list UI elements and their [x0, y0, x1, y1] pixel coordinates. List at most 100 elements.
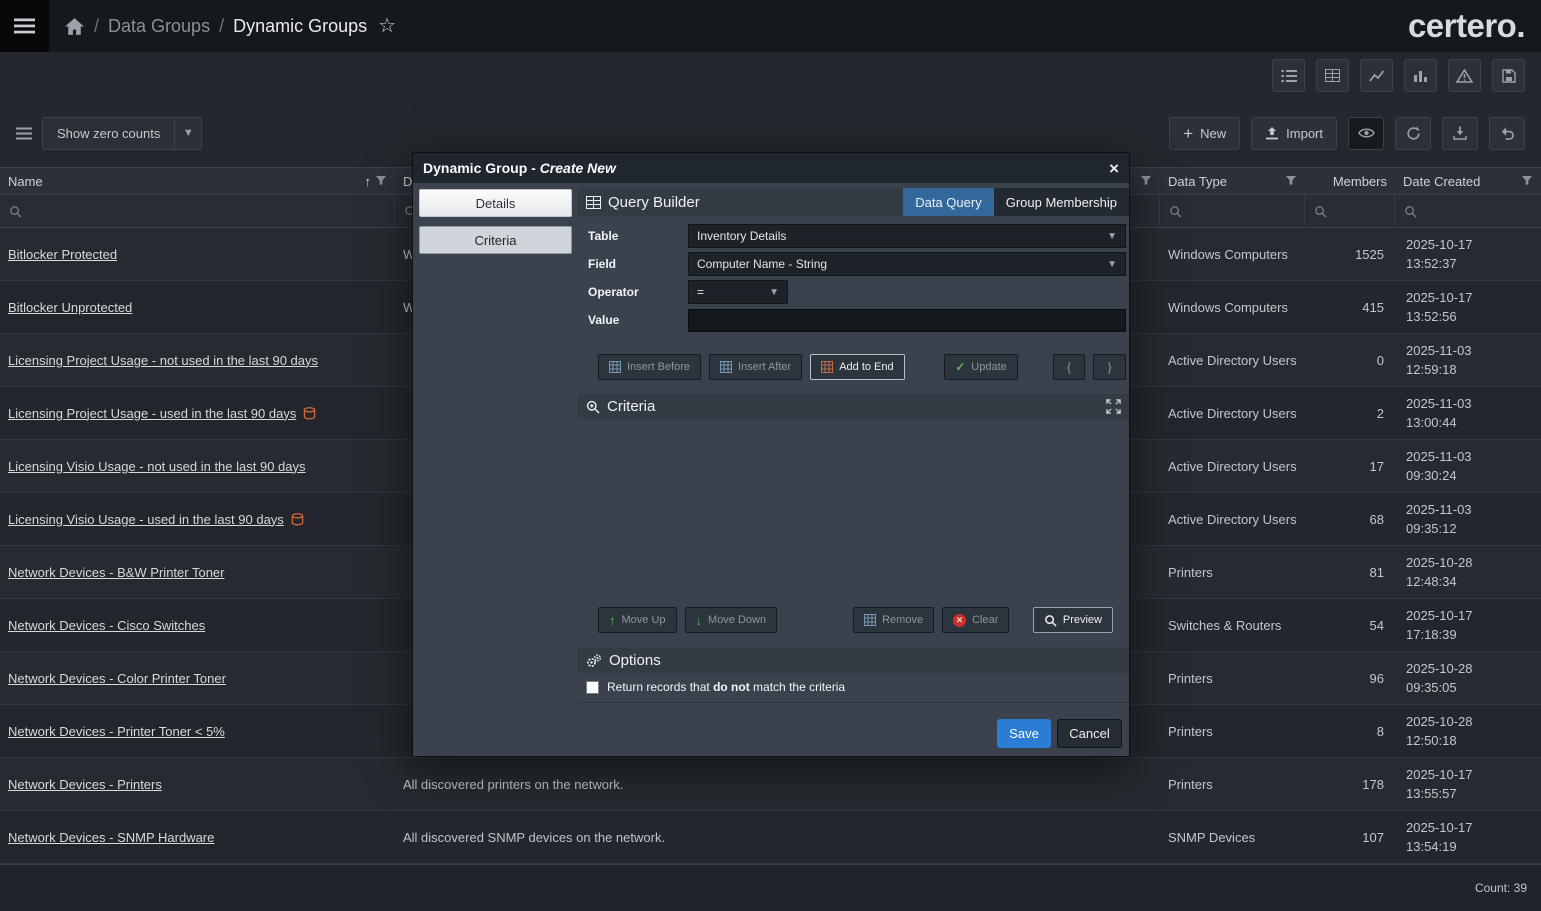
table-row[interactable]: Network Devices - Printers All discovere… — [0, 758, 1541, 811]
zoom-plus-icon — [586, 400, 600, 414]
move-down-button[interactable]: ↓ Move Down — [685, 607, 778, 633]
list-view-button[interactable] — [1272, 59, 1305, 92]
tab-data-query[interactable]: Data Query — [903, 188, 993, 216]
row-name-link[interactable]: Network Devices - B&W Printer Toner — [8, 565, 225, 580]
filter-icon[interactable] — [375, 175, 387, 187]
filter-icon[interactable] — [1140, 175, 1152, 187]
cancel-button[interactable]: Cancel — [1057, 719, 1122, 748]
update-button[interactable]: ✓ Update — [944, 354, 1018, 380]
criteria-list-area[interactable] — [578, 419, 1129, 607]
import-button[interactable]: Import — [1251, 117, 1337, 150]
row-name-link[interactable]: Network Devices - Color Printer Toner — [8, 671, 226, 686]
insert-after-button[interactable]: Insert After — [709, 354, 802, 380]
row-name-link[interactable]: Network Devices - Printers — [8, 777, 162, 792]
row-date: 2025-11-03 — [1406, 341, 1530, 360]
filter-input-members[interactable] — [1305, 195, 1395, 227]
row-time: 13:52:37 — [1406, 254, 1530, 273]
row-name-link[interactable]: Licensing Project Usage - used in the la… — [8, 406, 296, 421]
column-header-data-type[interactable]: Data Type — [1160, 168, 1305, 194]
row-data-type: Active Directory Users — [1160, 353, 1305, 368]
hamburger-icon — [14, 18, 35, 34]
home-icon[interactable] — [64, 17, 85, 36]
line-chart-button[interactable] — [1360, 59, 1393, 92]
filter-input-data-type[interactable] — [1160, 195, 1305, 227]
clear-button[interactable]: ✕ Clear — [942, 607, 1009, 633]
bar-chart-button[interactable] — [1404, 59, 1437, 92]
row-date: 2025-11-03 — [1406, 500, 1530, 519]
tab-criteria[interactable]: Criteria — [419, 226, 572, 254]
list-icon — [16, 127, 32, 140]
app-logo: certero. — [1408, 7, 1525, 45]
row-name-link[interactable]: Network Devices - Printer Toner < 5% — [8, 724, 225, 739]
table-select[interactable]: Inventory Details ▼ — [688, 224, 1126, 248]
close-brace-button[interactable]: } — [1093, 354, 1126, 380]
alerts-button[interactable] — [1448, 59, 1481, 92]
column-header-date-created[interactable]: Date Created — [1395, 168, 1541, 194]
row-members: 68 — [1305, 512, 1395, 527]
table-view-button[interactable] — [1316, 59, 1349, 92]
upload-icon — [1265, 126, 1279, 140]
modal-header[interactable]: Dynamic Group - Create New × — [413, 153, 1129, 183]
grid-icon — [864, 614, 876, 626]
row-data-type: Active Directory Users — [1160, 459, 1305, 474]
add-to-end-button[interactable]: Add to End — [810, 354, 904, 380]
caret-down-icon: ▼ — [183, 127, 194, 139]
hamburger-menu-button[interactable] — [0, 0, 49, 52]
row-date: 2025-10-28 — [1406, 712, 1530, 731]
zero-counts-caret-button[interactable]: ▼ — [175, 117, 202, 150]
row-name-link[interactable]: Bitlocker Unprotected — [8, 300, 132, 315]
plus-icon: + — [1183, 125, 1193, 142]
row-count: Count: 39 — [1475, 881, 1527, 895]
refresh-button[interactable] — [1395, 117, 1431, 150]
value-input[interactable] — [688, 309, 1126, 332]
caret-down-icon: ▼ — [1107, 259, 1117, 270]
close-icon[interactable]: × — [1109, 160, 1119, 177]
remove-button[interactable]: Remove — [853, 607, 934, 633]
filter-input-name[interactable] — [0, 195, 395, 227]
column-header-members[interactable]: Members — [1305, 168, 1395, 194]
column-label-date-created: Date Created — [1403, 174, 1480, 189]
table-row[interactable]: Network Devices - SNMP Hardware All disc… — [0, 811, 1541, 864]
preview-button[interactable]: Preview — [1033, 607, 1113, 633]
row-name-link[interactable]: Network Devices - SNMP Hardware — [8, 830, 214, 845]
search-icon — [9, 205, 22, 218]
row-time: 13:52:56 — [1406, 307, 1530, 326]
operator-select[interactable]: = ▼ — [688, 280, 788, 304]
expand-icon[interactable] — [1106, 399, 1121, 414]
column-label-members: Members — [1333, 174, 1387, 189]
query-builder-title: Query Builder — [608, 194, 700, 211]
return-not-match-checkbox[interactable] — [586, 681, 599, 694]
row-name-link[interactable]: Bitlocker Protected — [8, 247, 117, 262]
row-name-link[interactable]: Network Devices - Cisco Switches — [8, 618, 205, 633]
save-view-button[interactable] — [1492, 59, 1525, 92]
field-select[interactable]: Computer Name - String ▼ — [688, 252, 1126, 276]
row-name-link[interactable]: Licensing Project Usage - not used in th… — [8, 353, 318, 368]
filter-icon[interactable] — [1285, 175, 1297, 187]
row-name-link[interactable]: Licensing Visio Usage - not used in the … — [8, 459, 306, 474]
visibility-button[interactable] — [1348, 117, 1384, 150]
tab-details[interactable]: Details — [419, 189, 572, 217]
column-header-name[interactable]: Name ↑ — [0, 168, 395, 194]
save-button[interactable]: Save — [997, 719, 1051, 748]
open-brace-button[interactable]: { — [1053, 354, 1086, 380]
download-button[interactable] — [1442, 117, 1478, 150]
options-row: Return records that do not match the cri… — [578, 673, 1129, 703]
filter-icon[interactable] — [1521, 175, 1533, 187]
line-chart-icon — [1369, 69, 1385, 83]
filter-input-date-created[interactable] — [1395, 195, 1541, 227]
move-up-button[interactable]: ↑ Move Up — [598, 607, 677, 633]
status-bar: Count: 39 — [0, 864, 1541, 911]
breadcrumb-data-groups[interactable]: Data Groups — [108, 16, 210, 37]
zero-counts-dropdown[interactable]: Show zero counts — [42, 117, 175, 150]
tab-group-membership[interactable]: Group Membership — [994, 188, 1129, 216]
sort-asc-icon[interactable]: ↑ — [365, 174, 372, 189]
insert-before-button[interactable]: Insert Before — [598, 354, 701, 380]
row-members: 17 — [1305, 459, 1395, 474]
star-icon[interactable]: ☆ — [378, 16, 396, 36]
row-date: 2025-11-03 — [1406, 447, 1530, 466]
row-name-link[interactable]: Licensing Visio Usage - used in the last… — [8, 512, 284, 527]
new-button[interactable]: + New — [1169, 117, 1240, 150]
list-view-icon — [1281, 69, 1297, 83]
row-members: 96 — [1305, 671, 1395, 686]
undo-button[interactable] — [1489, 117, 1525, 150]
